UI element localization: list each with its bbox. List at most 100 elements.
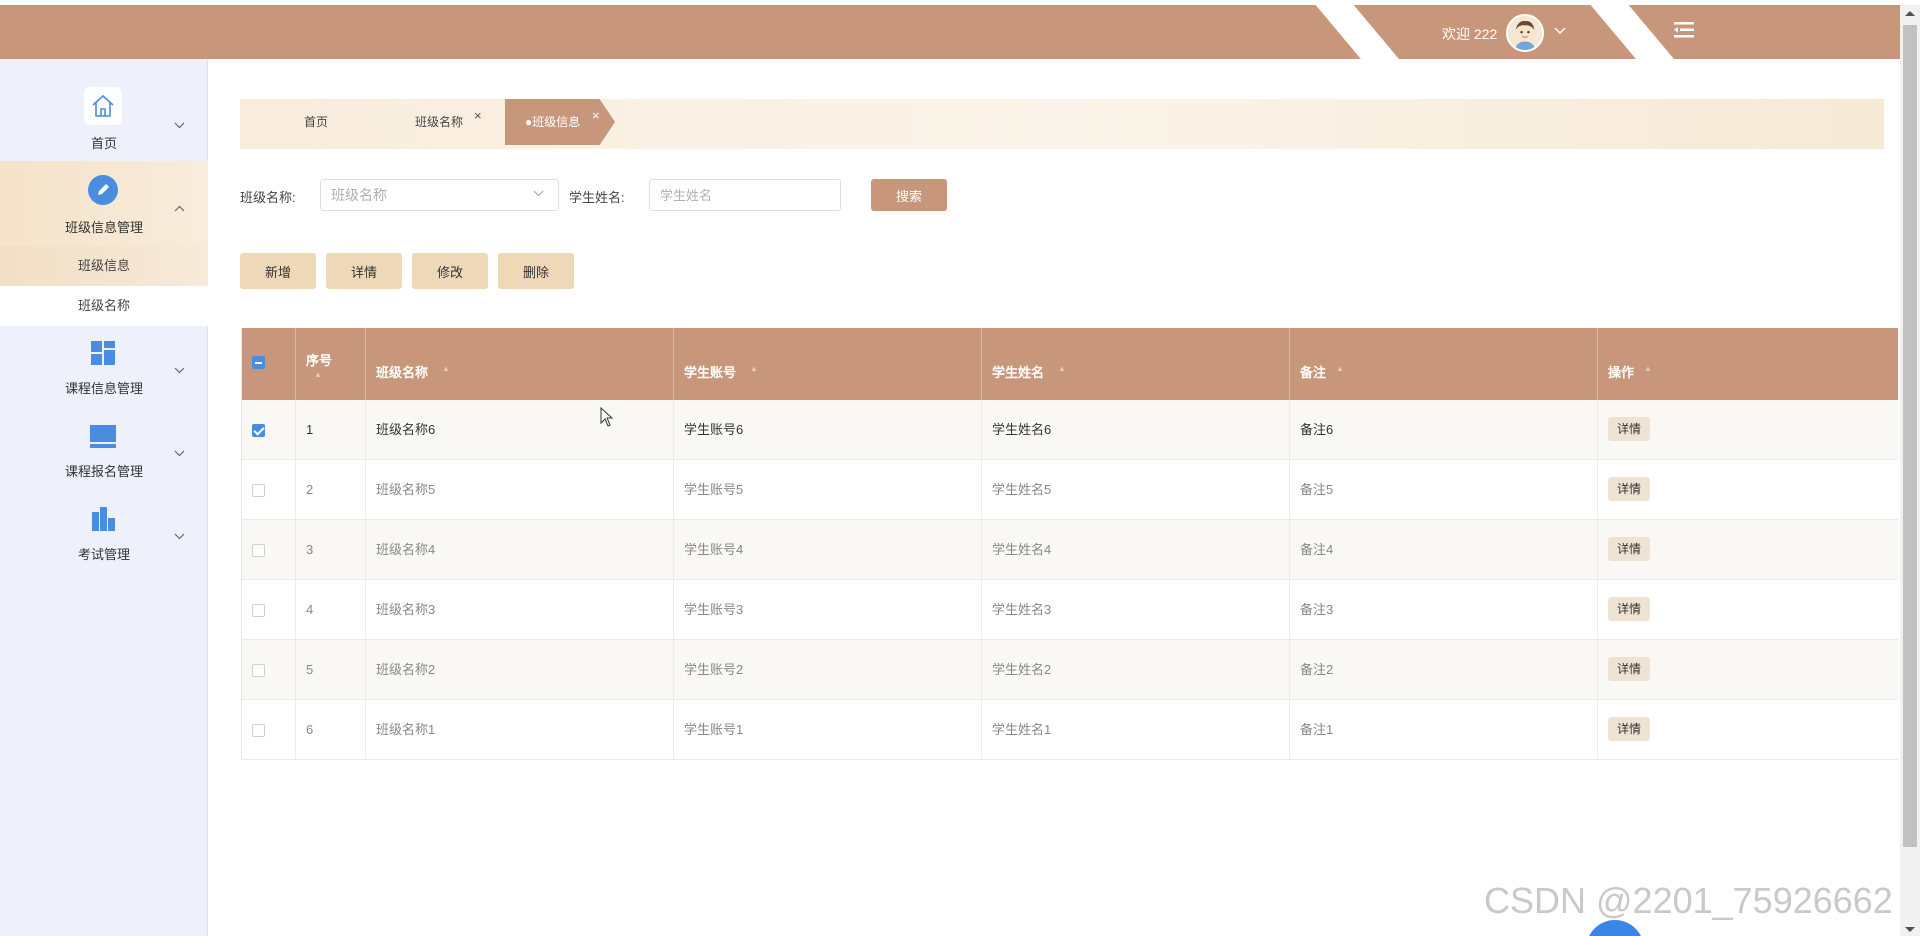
row-checkbox[interactable] — [252, 424, 265, 437]
row-checkbox[interactable] — [252, 544, 265, 557]
col-header-account[interactable]: 学生账号 ▲ — [674, 328, 982, 400]
class-name-cell: 班级名称2 — [366, 640, 674, 700]
row-detail-button[interactable]: 详情 — [1608, 717, 1651, 741]
sidebar-subitem-class-name[interactable]: 班级名称 — [0, 286, 208, 326]
tab-class-name[interactable]: 班级名称 × — [415, 99, 482, 145]
tab-home[interactable]: 首页 — [304, 99, 328, 145]
sidebar-item-label: 首页 — [90, 136, 117, 151]
table-row[interactable]: 2 班级名称5 学生账号5 学生姓名5 备注5 详情 — [242, 460, 1898, 520]
row-checkbox[interactable] — [252, 664, 265, 677]
select-cell — [242, 400, 296, 460]
row-detail-button[interactable]: 详情 — [1608, 477, 1651, 501]
operation-cell: 详情 — [1598, 400, 1899, 460]
row-checkbox[interactable] — [252, 724, 265, 737]
sort-icon: ▲ — [314, 370, 322, 379]
row-detail-button[interactable]: 详情 — [1608, 417, 1651, 441]
sidebar-item-home[interactable]: 首页 — [0, 59, 208, 161]
sidebar: 首页 班级信息管理 班级信息 班级名称 课程信息管理 课程报名管理 考试管理 — [0, 59, 208, 936]
account-cell: 学生账号5 — [674, 460, 982, 520]
select-cell — [242, 580, 296, 640]
index-cell: 4 — [296, 580, 366, 640]
decor-stripe — [1307, 5, 1421, 59]
class-name-cell: 班级名称4 — [366, 520, 674, 580]
select-cell — [242, 700, 296, 760]
operation-cell: 详情 — [1598, 700, 1899, 760]
account-cell: 学生账号4 — [674, 520, 982, 580]
home-icon — [84, 87, 122, 125]
student-name-cell: 学生姓名5 — [982, 460, 1290, 520]
col-header-index[interactable]: 序号 ▲ — [296, 328, 366, 400]
class-name-cell: 班级名称3 — [366, 580, 674, 640]
chevron-down-icon — [533, 190, 544, 197]
col-header-student-name[interactable]: 学生姓名 ▲ — [982, 328, 1290, 400]
select-all-checkbox[interactable] — [252, 356, 265, 369]
sidebar-item-course-registration-management[interactable]: 课程报名管理 — [0, 409, 208, 492]
chevron-down-icon[interactable] — [1554, 27, 1566, 35]
edit-button[interactable]: 修改 — [412, 253, 488, 289]
chevron-down-icon — [174, 450, 185, 457]
student-name-input[interactable] — [649, 179, 841, 211]
student-name-label: 学生姓名: — [569, 190, 625, 205]
row-checkbox[interactable] — [252, 604, 265, 617]
row-detail-button[interactable]: 详情 — [1608, 657, 1651, 681]
table-header: 序号 ▲ 班级名称 ▲ 学生账号 ▲ 学生姓名 ▲ 备注 ▲ 操作 ▲ — [242, 328, 1898, 400]
mouse-cursor-icon — [600, 407, 614, 427]
class-name-select[interactable] — [320, 179, 559, 211]
close-icon[interactable]: × — [474, 93, 482, 139]
floating-action-button[interactable] — [1586, 920, 1644, 936]
select-cell — [242, 460, 296, 520]
close-icon[interactable]: × — [592, 99, 600, 139]
sidebar-item-label: 考试管理 — [77, 547, 130, 562]
sort-icon: ▲ — [1644, 364, 1652, 373]
table-row[interactable]: 6 班级名称1 学生账号1 学生姓名1 备注1 详情 — [242, 700, 1898, 760]
avatar-face-icon — [1508, 16, 1542, 50]
remark-cell: 备注5 — [1290, 460, 1598, 520]
dashboard-icon — [84, 334, 122, 372]
sidebar-item-course-info-management[interactable]: 课程信息管理 — [0, 326, 208, 409]
table-row[interactable]: 5 班级名称2 学生账号2 学生姓名2 备注2 详情 — [242, 640, 1898, 700]
sort-icon: ▲ — [750, 364, 758, 373]
student-name-cell: 学生姓名3 — [982, 580, 1290, 640]
search-button[interactable]: 搜索 — [871, 179, 947, 211]
class-name-cell: 班级名称6 — [366, 400, 674, 460]
select-cell — [242, 520, 296, 580]
avatar[interactable] — [1506, 14, 1544, 52]
delete-button[interactable]: 删除 — [498, 253, 574, 289]
vertical-scrollbar[interactable] — [1900, 5, 1920, 936]
sidebar-item-class-info-management[interactable]: 班级信息管理 — [0, 161, 208, 246]
col-header-remark[interactable]: 备注 ▲ — [1290, 328, 1598, 400]
row-checkbox[interactable] — [252, 484, 265, 497]
col-header-label: 学生姓名 — [992, 365, 1045, 380]
chevron-down-icon — [174, 122, 185, 129]
menu-fold-icon[interactable] — [1674, 22, 1694, 38]
table-row[interactable]: 4 班级名称3 学生账号3 学生姓名3 备注3 详情 — [242, 580, 1898, 640]
col-header-label: 班级名称 — [376, 365, 429, 380]
sidebar-item-label: 课程报名管理 — [64, 464, 143, 479]
select-cell — [242, 640, 296, 700]
welcome-text: 欢迎 222 — [1442, 26, 1498, 42]
tab-class-info[interactable]: ●班级信息 × — [505, 99, 615, 145]
scroll-down-arrow-icon[interactable] — [1905, 927, 1915, 932]
add-button[interactable]: 新增 — [240, 253, 316, 289]
table-row[interactable]: 1 班级名称6 学生账号6 学生姓名6 备注6 详情 — [242, 400, 1898, 460]
sidebar-subitem-class-info[interactable]: 班级信息 — [0, 246, 208, 286]
detail-button[interactable]: 详情 — [326, 253, 402, 289]
chevron-up-icon — [174, 205, 185, 212]
row-detail-button[interactable]: 详情 — [1608, 597, 1651, 621]
top-bar: 欢迎 222 — [0, 5, 1900, 59]
sidebar-item-label: 班级信息管理 — [64, 220, 143, 235]
operation-cell: 详情 — [1598, 460, 1899, 520]
class-name-cell: 班级名称1 — [366, 700, 674, 760]
chevron-down-icon — [174, 533, 185, 540]
table-row[interactable]: 3 班级名称4 学生账号4 学生姓名4 备注4 详情 — [242, 520, 1898, 580]
chevron-down-icon — [174, 367, 185, 374]
remark-cell: 备注6 — [1290, 400, 1598, 460]
sort-icon: ▲ — [1058, 364, 1066, 373]
scroll-up-arrow-icon[interactable] — [1905, 11, 1915, 16]
scrollbar-thumb[interactable] — [1903, 25, 1917, 847]
index-cell: 3 — [296, 520, 366, 580]
row-detail-button[interactable]: 详情 — [1608, 537, 1651, 561]
col-header-label: 学生账号 — [684, 365, 737, 380]
sidebar-item-exam-management[interactable]: 考试管理 — [0, 492, 208, 575]
col-header-class-name[interactable]: 班级名称 ▲ — [366, 328, 674, 400]
